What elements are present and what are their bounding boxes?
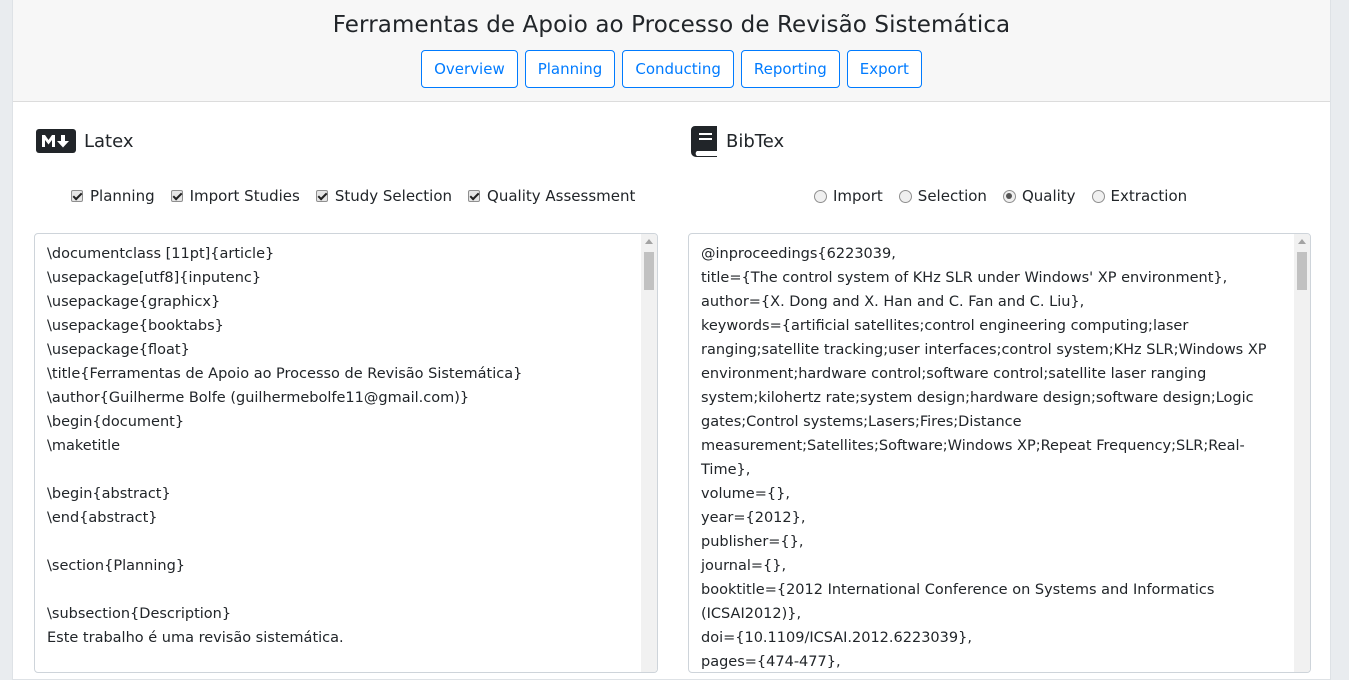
radio-icon[interactable] [898,189,912,203]
scroll-thumb[interactable] [644,252,654,290]
nav-reporting-button[interactable]: Reporting [740,50,840,88]
scroll-thumb[interactable] [1297,252,1307,290]
radio-selection[interactable]: Selection [898,187,987,205]
radio-selected-icon[interactable] [1002,189,1016,203]
checkbox-quality-assessment[interactable]: Quality Assessment [468,187,635,205]
radio-icon[interactable] [1091,189,1105,203]
latex-scrollbar[interactable] [641,234,657,672]
checkbox-planning[interactable]: Planning [71,187,155,205]
markdown-icon [36,129,76,153]
radio-import[interactable]: Import [814,187,883,205]
latex-content[interactable]: \documentclass [11pt]{article} \usepacka… [35,234,657,650]
latex-heading-label: Latex [84,130,134,152]
nav-conducting-button[interactable]: Conducting [622,50,734,88]
nav-planning-button[interactable]: Planning [524,50,616,88]
bibtex-options: Import Selection Quality Extraction [814,187,1187,205]
bibtex-section-heading: BibTex [690,125,784,157]
checkbox-import-studies[interactable]: Import Studies [170,187,300,205]
page-header: Ferramentas de Apoio ao Processo de Revi… [13,0,1330,102]
radio-icon[interactable] [814,189,827,203]
latex-textarea[interactable]: \documentclass [11pt]{article} \usepacka… [34,233,658,673]
bibtex-scrollbar[interactable] [1294,234,1310,672]
bibtex-heading-label: BibTex [726,130,785,152]
main-card: Ferramentas de Apoio ao Processo de Revi… [12,0,1331,680]
book-icon [690,125,718,157]
bibtex-textarea[interactable]: @inproceedings{6223039, title={The contr… [688,233,1311,673]
checkbox-checked-icon[interactable] [315,190,328,202]
page-title: Ferramentas de Apoio ao Processo de Revi… [332,12,1011,38]
latex-options: Planning Import Studies Study Selection … [71,187,635,205]
checkbox-checked-icon[interactable] [71,190,83,202]
latex-section-heading: Latex [36,129,134,153]
nav-export-button[interactable]: Export [846,50,922,88]
nav-bar: Overview Planning Conducting Reporting E… [13,50,1330,88]
checkbox-checked-icon[interactable] [468,190,481,202]
radio-extraction[interactable]: Extraction [1091,187,1187,205]
scroll-up-icon[interactable] [1298,239,1306,244]
bibtex-content[interactable]: @inproceedings{6223039, title={The contr… [689,234,1310,672]
radio-quality[interactable]: Quality [1002,187,1076,205]
checkbox-study-selection[interactable]: Study Selection [315,187,452,205]
nav-overview-button[interactable]: Overview [421,50,518,88]
scroll-up-icon[interactable] [645,239,653,244]
checkbox-checked-icon[interactable] [170,190,183,202]
